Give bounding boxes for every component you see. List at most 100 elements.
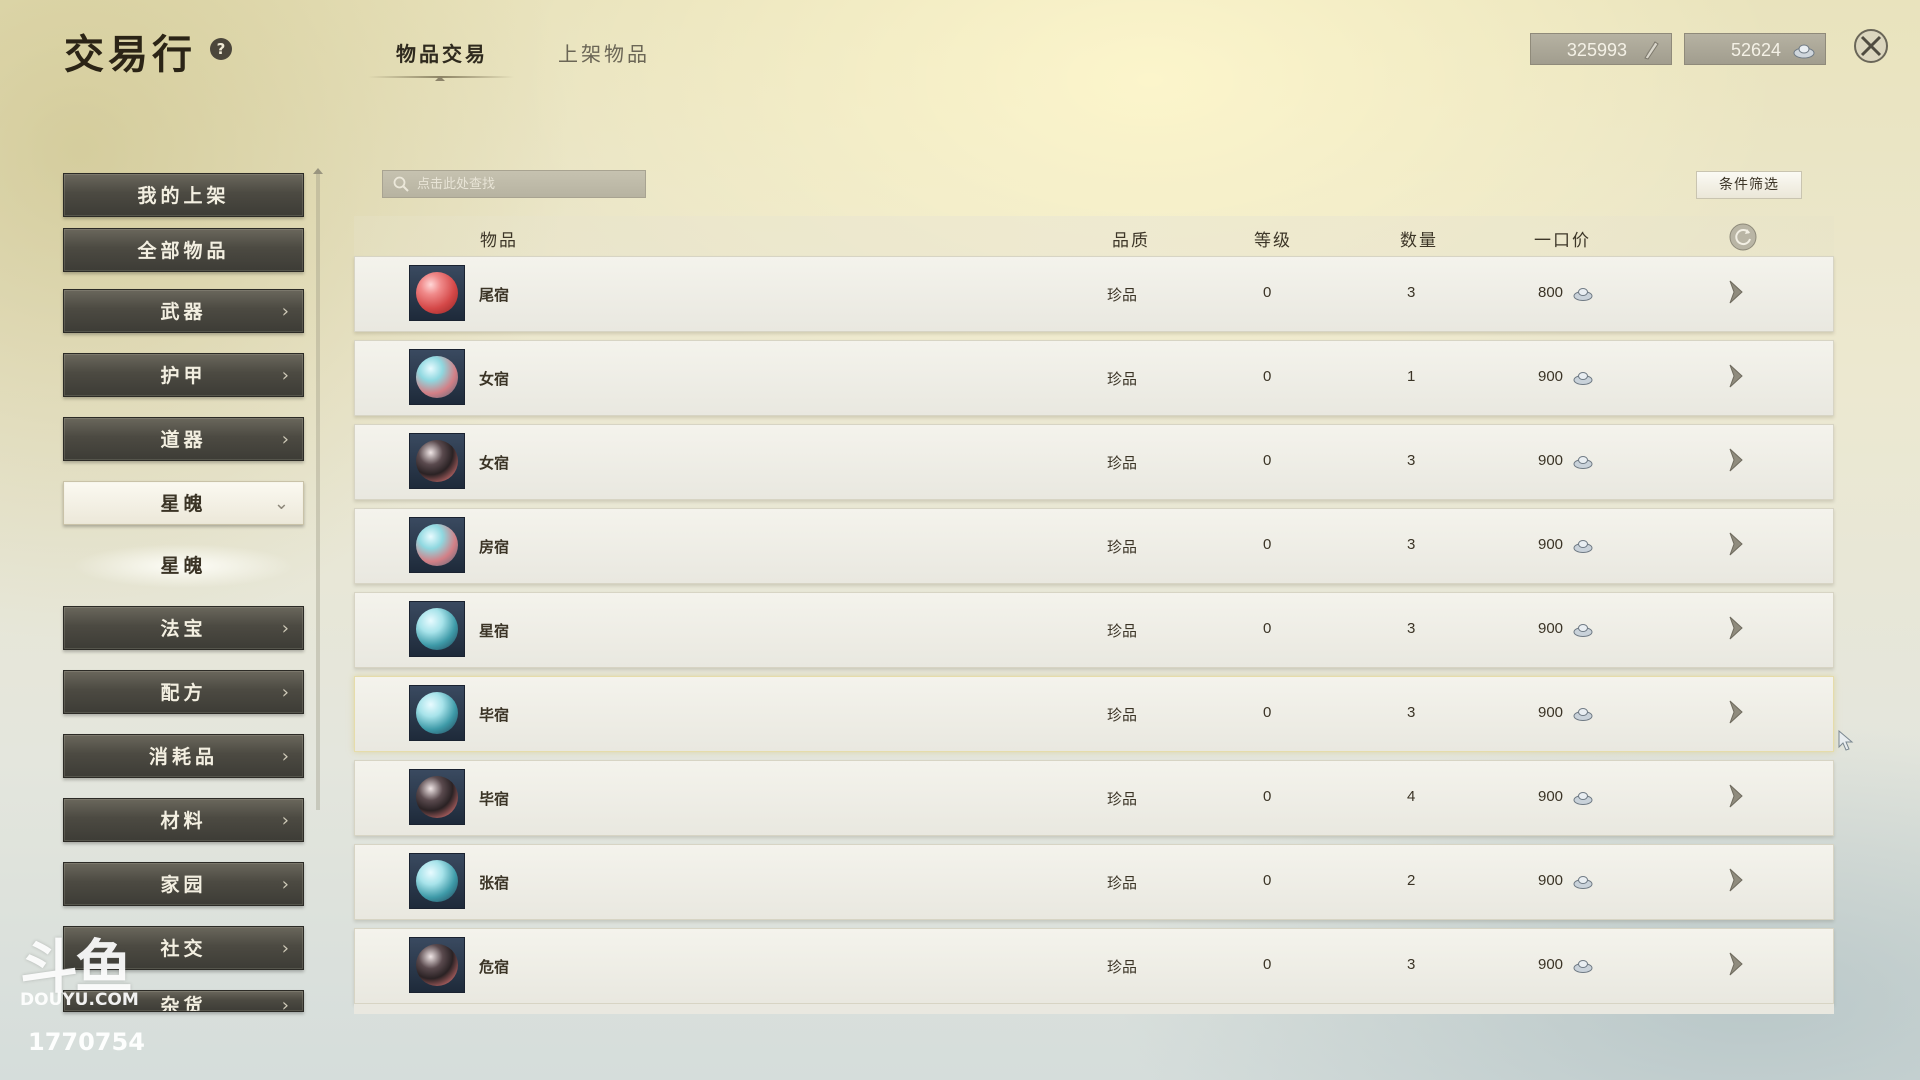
sidebar-item-label: 法宝 — [160, 618, 207, 640]
chevron-right-icon: › — [281, 429, 289, 450]
item-name: 房宿 — [479, 538, 510, 556]
chevron-right-icon: › — [281, 995, 289, 1012]
sidebar-item-all-items[interactable]: 全部物品 — [63, 228, 304, 272]
currency-scroll-token-value: 325993 — [1566, 40, 1627, 60]
sidebar-item-label: 我的上架 — [137, 185, 230, 207]
buy-arrow-icon[interactable] — [1725, 783, 1745, 809]
item-name: 女宿 — [479, 370, 510, 388]
mouse-cursor-icon — [1838, 730, 1854, 751]
sidebar-item-label: 材料 — [160, 810, 207, 832]
sidebar-item-label: 社交 — [160, 938, 207, 960]
item-thumbnail — [409, 853, 465, 909]
column-header-quantity[interactable]: 数量 — [1400, 226, 1438, 251]
star-soul-orb-icon — [416, 608, 458, 650]
refresh-icon[interactable] — [1728, 222, 1758, 252]
sidebar-item-star-soul[interactable]: 星魄 ⌄ — [63, 481, 304, 525]
item-price: 900 — [1538, 536, 1564, 553]
sidebar-item-label: 家园 — [160, 874, 207, 896]
column-header-level[interactable]: 等级 — [1254, 226, 1292, 251]
currency-scroll-token: 325993 — [1530, 33, 1672, 65]
sidebar-item-recipes[interactable]: 配方 › — [63, 670, 304, 714]
sidebar-item-label: 星魄 — [160, 493, 207, 515]
item-level: 0 — [1263, 284, 1272, 301]
chevron-right-icon: › — [281, 810, 289, 831]
item-level: 0 — [1263, 536, 1272, 553]
item-thumbnail — [409, 265, 465, 321]
search-box[interactable] — [382, 170, 646, 198]
sidebar-item-consumables[interactable]: 消耗品 › — [63, 734, 304, 778]
sidebar-item-my-listings[interactable]: 我的上架 — [63, 173, 304, 217]
buy-arrow-icon[interactable] — [1725, 615, 1745, 641]
silver-ingot-icon — [1573, 540, 1593, 553]
item-price: 900 — [1538, 704, 1564, 721]
buy-arrow-icon[interactable] — [1725, 951, 1745, 977]
tab-item-trade[interactable]: 物品交易 — [396, 38, 488, 67]
buy-arrow-icon[interactable] — [1725, 447, 1745, 473]
sidebar-item-label: 配方 — [160, 682, 207, 704]
sidebar-scrollbar[interactable] — [316, 170, 320, 810]
item-name: 星宿 — [479, 622, 510, 640]
buy-arrow-icon[interactable] — [1725, 363, 1745, 389]
table-row[interactable]: 毕宿 珍品 0 3 900 — [354, 676, 1834, 752]
buy-arrow-icon[interactable] — [1725, 699, 1745, 725]
buy-arrow-icon[interactable] — [1725, 279, 1745, 305]
item-quality: 珍品 — [1107, 706, 1138, 724]
sidebar-item-dao-tools[interactable]: 道器 › — [63, 417, 304, 461]
currency-silver: 52624 — [1684, 33, 1826, 65]
silver-ingot-icon — [1573, 960, 1593, 973]
table-row[interactable]: 张宿 珍品 0 2 900 — [354, 844, 1834, 920]
column-header-quality[interactable]: 品质 — [1112, 226, 1150, 251]
item-quantity: 3 — [1407, 704, 1416, 721]
table-row[interactable]: 毕宿 珍品 0 4 900 — [354, 760, 1834, 836]
column-header-price[interactable]: 一口价 — [1534, 226, 1591, 251]
sidebar-item-treasure[interactable]: 法宝 › — [63, 606, 304, 650]
sidebar-item-label: 全部物品 — [137, 240, 230, 262]
table-row[interactable]: 房宿 珍品 0 3 900 — [354, 508, 1834, 584]
item-quality: 珍品 — [1107, 538, 1138, 556]
sidebar-subitem-star-soul[interactable]: 星魄 — [63, 544, 304, 588]
item-name: 尾宿 — [479, 286, 510, 304]
currency-silver-value: 52624 — [1730, 40, 1781, 60]
chevron-down-icon: ⌄ — [273, 493, 289, 514]
item-quantity: 1 — [1407, 368, 1416, 385]
sidebar-item-weapons[interactable]: 武器 › — [63, 289, 304, 333]
item-level: 0 — [1263, 704, 1272, 721]
chevron-right-icon: › — [281, 746, 289, 767]
item-quantity: 3 — [1407, 620, 1416, 637]
table-row[interactable]: 女宿 珍品 0 3 900 — [354, 424, 1834, 500]
item-level: 0 — [1263, 620, 1272, 637]
item-price: 900 — [1538, 452, 1564, 469]
scroll-up-icon[interactable] — [313, 168, 323, 174]
filter-button[interactable]: 条件筛选 — [1696, 171, 1802, 199]
table-row[interactable]: 女宿 珍品 0 1 900 — [354, 340, 1834, 416]
table-row-partial — [354, 1003, 1834, 1014]
silver-ingot-icon — [1573, 372, 1593, 385]
item-level: 0 — [1263, 872, 1272, 889]
sidebar-item-label: 消耗品 — [148, 746, 218, 768]
item-quality: 珍品 — [1107, 622, 1138, 640]
sidebar-item-materials[interactable]: 材料 › — [63, 798, 304, 842]
watermark-room-id: 1770754 — [28, 1028, 145, 1056]
item-thumbnail — [409, 769, 465, 825]
sidebar-item-label: 杂货 — [160, 995, 207, 1012]
silver-ingot-icon — [1573, 456, 1593, 469]
item-name: 女宿 — [479, 454, 510, 472]
tab-listed-items[interactable]: 上架物品 — [558, 38, 650, 67]
item-price: 900 — [1538, 620, 1564, 637]
table-row[interactable]: 尾宿 珍品 0 3 800 — [354, 256, 1834, 332]
sidebar-item-homestead[interactable]: 家园 › — [63, 862, 304, 906]
table-row[interactable]: 星宿 珍品 0 3 900 — [354, 592, 1834, 668]
douyu-logo: 斗鱼 — [20, 933, 133, 1001]
silver-ingot-icon — [1573, 708, 1593, 721]
buy-arrow-icon[interactable] — [1725, 531, 1745, 557]
silver-ingot-icon — [1573, 288, 1593, 301]
chevron-right-icon: › — [281, 682, 289, 703]
star-soul-orb-icon — [416, 440, 458, 482]
search-input[interactable] — [417, 174, 637, 194]
table-row[interactable]: 危宿 珍品 0 3 900 — [354, 928, 1834, 1004]
sidebar-item-armor[interactable]: 护甲 › — [63, 353, 304, 397]
item-price: 900 — [1538, 956, 1564, 973]
buy-arrow-icon[interactable] — [1725, 867, 1745, 893]
close-icon[interactable] — [1853, 28, 1889, 64]
help-icon[interactable]: ? — [210, 38, 232, 60]
